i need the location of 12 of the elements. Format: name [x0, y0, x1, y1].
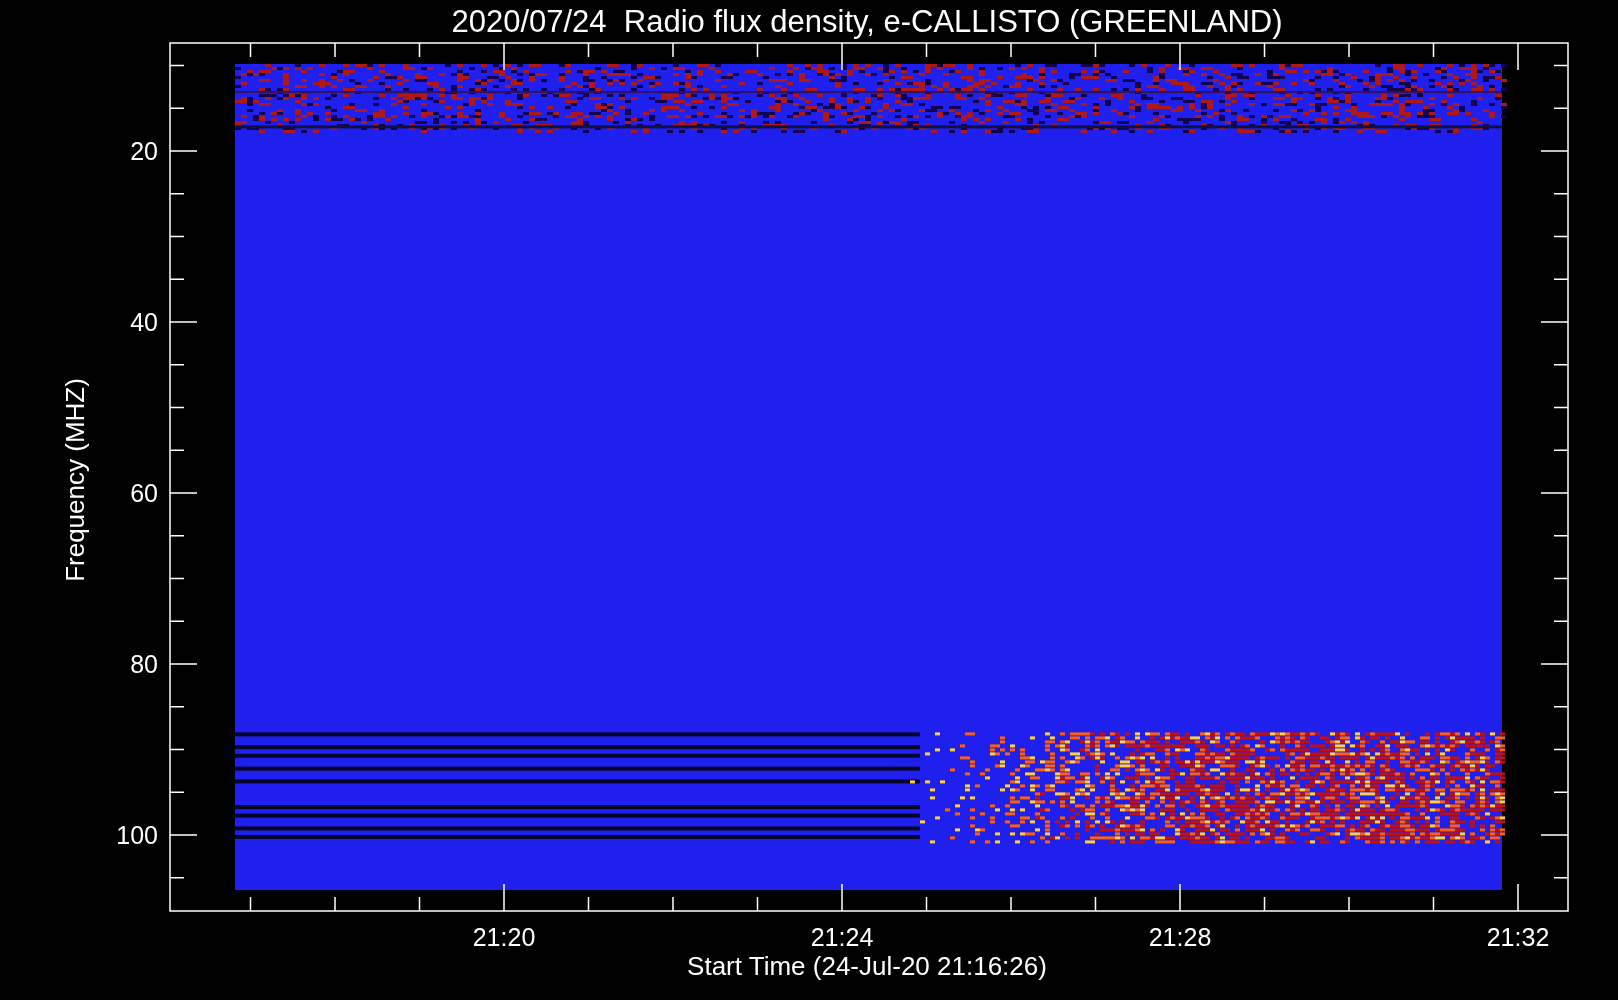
x-tick-label: 21:28 — [1148, 923, 1212, 951]
y-tick-label: 60 — [130, 479, 158, 507]
x-tick-label: 21:20 — [472, 923, 536, 951]
x-tick-label: 21:32 — [1486, 923, 1550, 951]
y-tick-label: 40 — [130, 308, 158, 336]
y-axis-title: Frequency (MHZ) — [60, 378, 90, 582]
y-tick-label: 80 — [130, 650, 158, 678]
y-tick-label: 100 — [116, 821, 158, 849]
x-tick-label: 21:24 — [810, 923, 874, 951]
x-axis-title: Start Time (24-Jul-20 21:16:26) — [687, 951, 1047, 981]
chart-title: 2020/07/24 Radio flux density, e-CALLISTO (GREENLAND) — [451, 4, 1283, 39]
y-tick-label: 20 — [130, 137, 158, 165]
